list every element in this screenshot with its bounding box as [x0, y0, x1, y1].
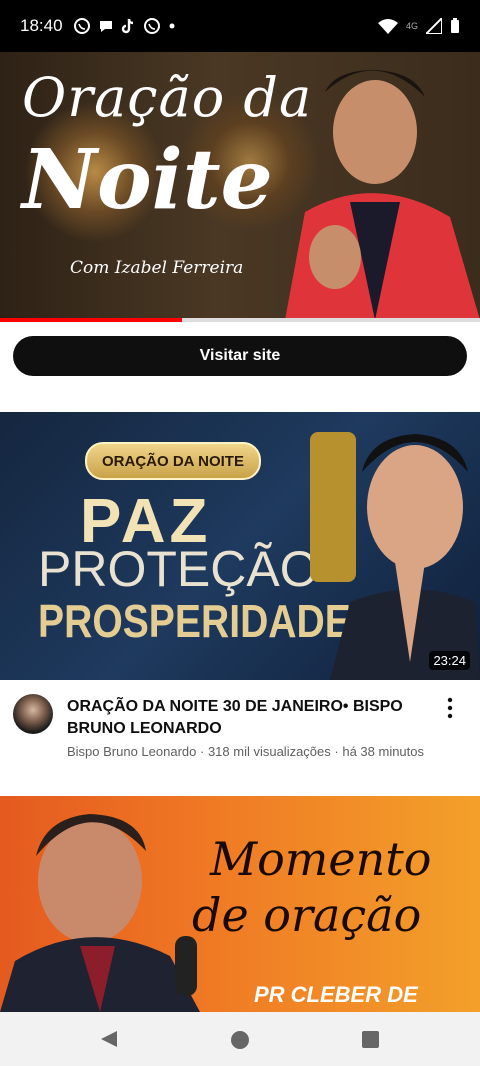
- video-thumbnail[interactable]: ORAÇÃO DA NOITE PAZ PROTEÇÃO PROSPERIDAD…: [0, 412, 480, 680]
- more-options-icon[interactable]: [440, 696, 460, 720]
- whatsapp-icon: [143, 18, 160, 34]
- ad-thumbnail[interactable]: Oração da Noite Com Izabel Ferreira: [0, 52, 480, 320]
- visit-site-button[interactable]: Visitar site: [13, 336, 467, 376]
- pastor-image: [0, 814, 200, 1012]
- network-type: 4G: [405, 21, 418, 31]
- dot-icon: [169, 23, 175, 29]
- meta-separator: ·: [196, 744, 208, 759]
- thumbnail-badge: ORAÇÃO DA NOITE: [85, 442, 261, 480]
- video-meta: ORAÇÃO DA NOITE 30 DE JANEIRO• BISPO BRU…: [0, 680, 480, 796]
- chat-bubble-icon: [99, 21, 112, 32]
- thumbnail-title-line2: de oração: [192, 888, 422, 942]
- signal-icon: [426, 18, 442, 34]
- channel-name[interactable]: Bispo Bruno Leonardo: [67, 744, 196, 759]
- video-subtitle: Bispo Bruno Leonardo · 318 mil visualiza…: [67, 744, 424, 759]
- recents-icon[interactable]: [362, 1031, 379, 1048]
- meta-separator: ·: [330, 744, 343, 759]
- whatsapp-icon: [73, 18, 90, 34]
- thumbnail-caption: PR CLEBER DE: [254, 982, 418, 1007]
- ad-title-line2: Noite: [22, 132, 273, 228]
- preacher-image: [310, 432, 480, 680]
- thumbnail-title-line1: Momento: [210, 832, 432, 886]
- wifi-icon: [377, 19, 398, 34]
- home-icon[interactable]: [230, 1030, 250, 1050]
- ad-subtitle: Com Izabel Ferreira: [70, 258, 244, 278]
- channel-avatar[interactable]: [13, 694, 53, 734]
- video-duration: 23:24: [429, 651, 470, 670]
- praying-woman-image: [285, 70, 480, 320]
- clock: 18:40: [20, 16, 63, 35]
- view-count: 318 mil visualizações: [207, 744, 331, 759]
- upload-age: há 38 minutos: [342, 744, 425, 759]
- status-bar: 18:40 4G: [0, 0, 480, 52]
- back-icon[interactable]: [100, 1030, 118, 1048]
- tiktok-icon: [121, 18, 133, 34]
- video-title[interactable]: ORAÇÃO DA NOITE 30 DE JANEIRO• BISPO BRU…: [67, 696, 427, 740]
- thumbnail-headline-2: PROTEÇÃO: [38, 541, 319, 597]
- battery-icon: [451, 18, 459, 33]
- video-thumbnail[interactable]: Momento de oração PR CLEBER DE: [0, 796, 480, 1012]
- system-nav-bar: [0, 1012, 480, 1066]
